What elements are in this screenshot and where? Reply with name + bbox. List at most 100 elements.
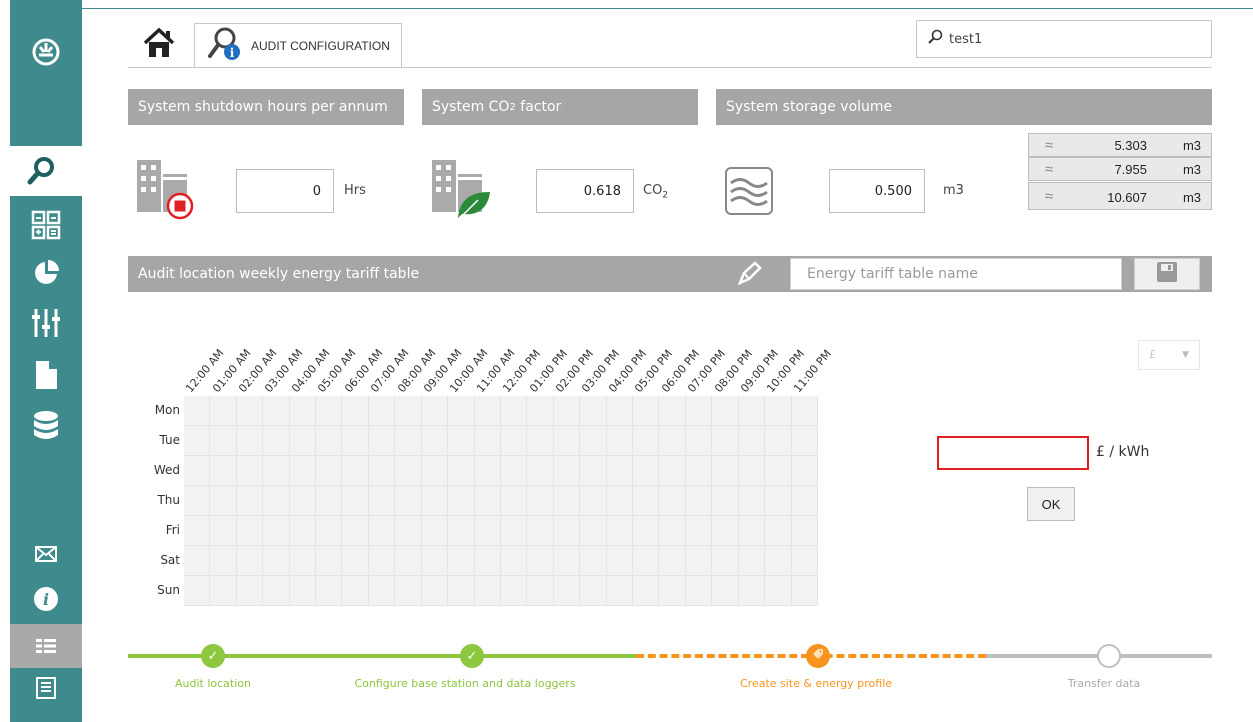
tariff-cell[interactable] (263, 426, 290, 456)
tariff-cell[interactable] (316, 426, 343, 456)
tariff-cell[interactable] (738, 456, 766, 486)
tariff-cell[interactable] (527, 396, 554, 426)
tariff-cell[interactable] (342, 426, 369, 456)
tariff-cell[interactable] (263, 546, 290, 576)
tariff-cell[interactable] (659, 456, 686, 486)
tariff-cell[interactable] (527, 426, 554, 456)
tariff-cell[interactable] (685, 516, 713, 546)
sidebar-item-report[interactable] (10, 672, 82, 704)
tariff-cell[interactable] (712, 576, 739, 606)
tariff-cell[interactable] (685, 426, 713, 456)
tariff-cell[interactable] (580, 576, 607, 606)
tariff-cell[interactable] (606, 486, 634, 516)
tariff-cell[interactable] (421, 576, 449, 606)
tariff-cell[interactable] (368, 486, 396, 516)
tariff-cell[interactable] (421, 516, 449, 546)
tariff-cell[interactable] (527, 546, 554, 576)
tariff-cell[interactable] (606, 576, 634, 606)
tariff-cell[interactable] (184, 456, 211, 486)
tariff-cell[interactable] (184, 546, 211, 576)
tariff-cell[interactable] (368, 516, 396, 546)
storage-volume-input[interactable]: 0.500 (829, 169, 925, 213)
tariff-cell[interactable] (184, 516, 211, 546)
pencil-icon[interactable] (736, 261, 762, 291)
tariff-cell[interactable] (289, 546, 317, 576)
tariff-cell[interactable] (633, 426, 660, 456)
tariff-cell[interactable] (316, 486, 343, 516)
tariff-cell[interactable] (527, 516, 554, 546)
tariff-cell[interactable] (553, 576, 581, 606)
sidebar-item-search[interactable] (0, 146, 82, 196)
tariff-cell[interactable] (395, 576, 422, 606)
tariff-cell[interactable] (659, 576, 686, 606)
tariff-cell[interactable] (738, 396, 766, 426)
tariff-cell[interactable] (474, 486, 501, 516)
tariff-cell[interactable] (368, 426, 396, 456)
currency-select[interactable]: £ ▼ (1138, 340, 1200, 370)
rate-input[interactable] (937, 436, 1089, 470)
tariff-cell[interactable] (184, 576, 211, 606)
tariff-cell[interactable] (580, 426, 607, 456)
tariff-cell[interactable] (474, 426, 501, 456)
tariff-cell[interactable] (236, 516, 264, 546)
tariff-cell[interactable] (210, 546, 237, 576)
tariff-cell[interactable] (448, 396, 475, 426)
tariff-cell[interactable] (289, 516, 317, 546)
tab-audit-configuration[interactable]: i AUDIT CONFIGURATION (194, 23, 402, 68)
tariff-cell[interactable] (395, 516, 422, 546)
step-done-marker[interactable]: ✓ (201, 644, 225, 668)
home-button[interactable] (134, 24, 184, 66)
tariff-cell[interactable] (421, 486, 449, 516)
tariff-cell[interactable] (395, 426, 422, 456)
tariff-cell[interactable] (474, 576, 501, 606)
sidebar-item-calculator[interactable] (10, 206, 82, 244)
tariff-cell[interactable] (421, 426, 449, 456)
tariff-cell[interactable] (659, 396, 686, 426)
search-input[interactable]: test1 (916, 20, 1212, 58)
tariff-cell[interactable] (685, 546, 713, 576)
tariff-cell[interactable] (765, 486, 792, 516)
tariff-cell[interactable] (448, 516, 475, 546)
sidebar-item-dashboard[interactable] (10, 24, 82, 80)
tariff-cell[interactable] (633, 396, 660, 426)
tariff-cell[interactable] (368, 396, 396, 426)
tariff-cell[interactable] (395, 546, 422, 576)
tariff-cell[interactable] (712, 546, 739, 576)
co2-factor-input[interactable]: 0.618 (536, 169, 634, 213)
tariff-cell[interactable] (474, 546, 501, 576)
tariff-cell[interactable] (765, 456, 792, 486)
tariff-cell[interactable] (448, 426, 475, 456)
tariff-cell[interactable] (553, 546, 581, 576)
tariff-cell[interactable] (236, 546, 264, 576)
tariff-cell[interactable] (500, 426, 528, 456)
tariff-cell[interactable] (553, 456, 581, 486)
tariff-cell[interactable] (606, 546, 634, 576)
tariff-cell[interactable] (368, 546, 396, 576)
tariff-cell[interactable] (500, 456, 528, 486)
tariff-cell[interactable] (738, 576, 766, 606)
tariff-cell[interactable] (633, 486, 660, 516)
tariff-cell[interactable] (791, 426, 818, 456)
sidebar-item-menu[interactable] (10, 624, 82, 668)
sidebar-item-info[interactable]: i (10, 584, 82, 614)
tariff-cell[interactable] (448, 486, 475, 516)
tariff-cell[interactable] (659, 426, 686, 456)
tariff-cell[interactable] (553, 396, 581, 426)
tariff-cell[interactable] (342, 516, 369, 546)
step-done-marker[interactable]: ✓ (460, 644, 484, 668)
tariff-cell[interactable] (342, 576, 369, 606)
tariff-cell[interactable] (316, 576, 343, 606)
tariff-cell[interactable] (553, 426, 581, 456)
tariff-cell[interactable] (765, 426, 792, 456)
sidebar-item-settings[interactable] (10, 304, 82, 342)
sidebar-item-messages[interactable] (10, 540, 82, 568)
tariff-cell[interactable] (184, 396, 211, 426)
save-button[interactable] (1134, 258, 1200, 290)
tariff-cell[interactable] (289, 426, 317, 456)
tariff-cell[interactable] (263, 486, 290, 516)
tariff-cell[interactable] (527, 486, 554, 516)
tariff-cell[interactable] (421, 456, 449, 486)
step-pending-marker[interactable] (1097, 644, 1121, 668)
storage-option[interactable]: ≈ 10.607 m3 (1028, 182, 1212, 210)
tariff-cell[interactable] (685, 396, 713, 426)
